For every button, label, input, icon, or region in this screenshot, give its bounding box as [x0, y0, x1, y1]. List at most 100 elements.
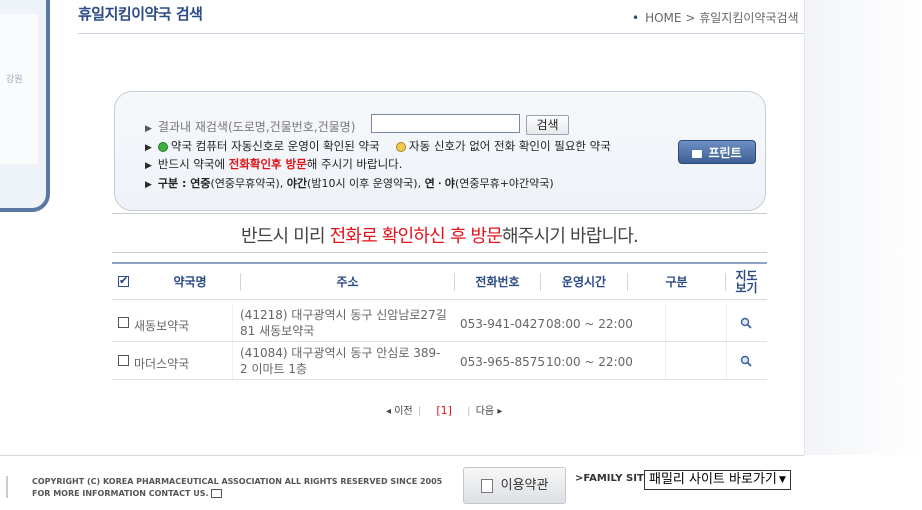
header-hours: 운영시간 — [561, 275, 607, 289]
research-row: ▶ 결과내 재검색(도로명,건물번호,건물명) — [145, 118, 355, 135]
phone-notice-suffix: 해 주시기 바랍니다. — [306, 157, 403, 171]
row-checkbox[interactable] — [118, 355, 129, 366]
footer-accent — [6, 476, 8, 498]
header-map: 지도 보기 — [726, 264, 767, 300]
caret-right-icon: ▸ — [497, 406, 503, 417]
pager-divider: | — [417, 406, 422, 417]
family-site-label: >FAMILY SITE — [575, 473, 651, 484]
notice-bottom-divider — [112, 252, 767, 253]
pharmacy-name[interactable]: 새동보약국 — [134, 317, 189, 334]
printer-icon — [692, 149, 703, 158]
map-search-icon[interactable] — [740, 355, 752, 367]
contact-label: FOR MORE INFORMATION CONTACT US. — [32, 489, 209, 498]
header-phone: 전화번호 — [475, 275, 520, 289]
phone-notice-emphasis: 전화확인후 방문 — [228, 157, 307, 171]
family-site-select[interactable]: 패밀리 사이트 바로가기 ▼ — [644, 470, 791, 490]
address-line1: (41218) 대구광역시 동구 신암남로27길 — [240, 308, 447, 322]
category-c: 연ㆍ야 — [424, 177, 455, 190]
cell-divider — [232, 342, 233, 379]
right-divider — [804, 0, 805, 455]
visit-notice-prefix: 반드시 미리 — [241, 226, 330, 247]
document-icon — [480, 478, 493, 493]
next-page-label: 다음 — [475, 406, 495, 417]
map-region-shape — [0, 14, 38, 164]
cell-divider — [232, 304, 233, 341]
legend-manual-label: 자동 신호가 없어 전화 확인이 필요한 약국 — [409, 139, 611, 153]
breadcrumb: • HOME > 휴일지킴이약국검색 — [632, 9, 799, 26]
cell-divider — [726, 342, 727, 379]
breadcrumb-current: 휴일지킴이약국검색 — [699, 11, 799, 25]
table-header: 약국명 주소 전화번호 운영시간 구분 지도 보기 — [112, 262, 767, 300]
cell-divider — [726, 304, 727, 341]
bullet-icon: • — [632, 11, 640, 25]
terms-button-label: 이용약관 — [500, 478, 549, 493]
category-c-desc: (연중무휴+야간약국) — [454, 177, 554, 190]
footer-divider — [0, 455, 804, 456]
row-checkbox[interactable] — [118, 317, 129, 328]
arrow-icon: ▶ — [145, 180, 152, 190]
arrow-icon: ▶ — [145, 161, 152, 171]
caret-left-icon: ◂ — [386, 406, 392, 417]
category-b-desc: (밤10시 이후 운영약국), — [307, 177, 425, 190]
print-button-label: 프린트 — [708, 146, 742, 160]
next-page-link[interactable]: 다음 ▸ — [476, 406, 503, 417]
select-all-checkbox[interactable] — [118, 274, 129, 287]
address-line2: 2 이마트 1층 — [240, 362, 308, 376]
prev-page-link[interactable]: ◂ 이전 — [386, 406, 413, 417]
phone-notice-row: ▶ 반드시 약국에 전화확인후 방문해 주시기 바랍니다. — [145, 156, 402, 172]
current-page[interactable]: [1] — [436, 404, 452, 417]
map-region-label: 강원 — [6, 75, 23, 85]
pharmacy-name[interactable]: 마더스약국 — [134, 355, 189, 372]
category-a-desc: (연중무휴약국), — [210, 177, 287, 190]
copyright-line2: FOR MORE INFORMATION CONTACT US. — [32, 488, 442, 500]
header-divider — [78, 33, 804, 34]
breadcrumb-separator: > — [685, 11, 696, 25]
legend-manual: 자동 신호가 없어 전화 확인이 필요한 약국 — [396, 138, 611, 154]
table-row: 마더스약국 (41084) 대구광역시 동구 안심로 389- 2 이마트 1층… — [112, 342, 767, 380]
category-row: ▶ 구분 : 연중(연중무휴약국), 야간(밤10시 이후 운영약국), 연ㆍ야(… — [145, 175, 554, 191]
mail-icon[interactable] — [211, 489, 223, 498]
chevron-down-icon: ▼ — [779, 475, 786, 485]
green-status-icon — [157, 141, 168, 152]
legend-auto-label: 약국 컴퓨터 자동신호로 운영이 확인된 약국 — [170, 139, 380, 153]
cell-divider — [665, 342, 666, 379]
pager-divider: | — [467, 406, 471, 417]
header-address: 주소 — [336, 275, 359, 289]
cell-divider — [665, 304, 666, 341]
breadcrumb-home-link[interactable]: HOME — [645, 11, 681, 25]
pharmacy-hours: 10:00 ~ 22:00 — [546, 355, 633, 369]
prev-page-label: 이전 — [394, 406, 413, 417]
visit-notice-emphasis: 전화로 확인하신 후 방문 — [329, 226, 503, 247]
pharmacy-hours: 08:00 ~ 22:00 — [546, 317, 633, 331]
arrow-icon: ▶ — [145, 124, 152, 134]
search-input[interactable] — [371, 114, 520, 133]
category-label: 구분 : — [157, 177, 191, 190]
arrow-icon: ▶ — [145, 143, 152, 153]
terms-button[interactable]: 이용약관 — [463, 467, 566, 504]
pharmacy-address: (41084) 대구광역시 동구 안심로 389- 2 이마트 1층 — [240, 345, 440, 377]
region-map[interactable]: 강원 — [0, 0, 50, 212]
header-category: 구분 — [665, 275, 688, 289]
address-line2: 81 새동보약국 — [240, 324, 315, 338]
visit-notice-suffix: 해주시기 바랍니다. — [502, 226, 639, 247]
yellow-status-icon — [396, 141, 406, 152]
print-button[interactable]: 프린트 — [678, 140, 756, 164]
legend-auto: ▶ 약국 컴퓨터 자동신호로 운영이 확인된 약국 — [145, 138, 380, 154]
page-title: 휴일지킴이약국 검색 — [78, 5, 203, 23]
header-map-line2: 보기 — [735, 281, 758, 295]
right-background — [804, 0, 922, 455]
pharmacy-phone: 053-965-8575 — [460, 355, 546, 369]
visit-notice: 반드시 미리 전화로 확인하신 후 방문해주시기 바랍니다. — [112, 222, 767, 248]
notice-top-divider — [112, 213, 767, 214]
copyright-line1: COPYRIGHT (C) KOREA PHARMACEUTICAL ASSOC… — [32, 477, 443, 486]
pharmacy-phone: 053-941-0427 — [460, 317, 546, 331]
pagination: ◂ 이전 | [1] | 다음 ▸ — [386, 402, 502, 417]
category-b: 야간 — [286, 177, 308, 190]
table-row: 새동보약국 (41218) 대구광역시 동구 신암남로27길 81 새동보약국 … — [112, 304, 767, 342]
header-name: 약국명 — [173, 275, 207, 289]
map-search-icon[interactable] — [740, 317, 752, 329]
phone-notice-prefix: 반드시 약국에 — [157, 157, 229, 171]
search-button[interactable]: 검색 — [526, 115, 569, 135]
family-site-text: FAMILY SITE — [583, 473, 651, 484]
address-line1: (41084) 대구광역시 동구 안심로 389- — [240, 346, 441, 360]
